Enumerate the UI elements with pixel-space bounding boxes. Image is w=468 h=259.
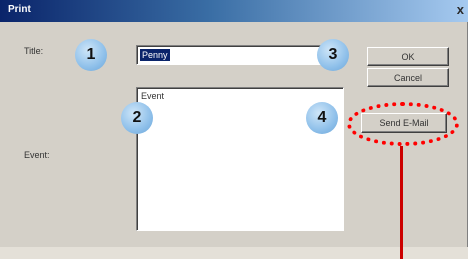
cancel-button[interactable]: Cancel [367, 68, 449, 87]
step-badge-1: 1 [75, 39, 107, 71]
event-label: Event: [24, 150, 50, 160]
title-input-value: Penny [140, 49, 170, 61]
title-label: Title: [24, 46, 44, 56]
step-badge-3: 3 [317, 39, 349, 71]
step-badge-2: 2 [121, 102, 153, 134]
event-textarea-value: Event [141, 91, 165, 101]
window-title: Print [8, 4, 31, 15]
close-icon[interactable]: x [457, 2, 464, 17]
step-badge-4: 4 [306, 102, 338, 134]
window-titlebar: Print x [0, 0, 468, 22]
send-email-highlight-ring [347, 102, 459, 146]
title-input[interactable]: Penny [136, 45, 344, 65]
ok-button[interactable]: OK [367, 47, 449, 66]
callout-pointer-line [400, 146, 403, 259]
dialog-bottom-edge [0, 247, 468, 259]
